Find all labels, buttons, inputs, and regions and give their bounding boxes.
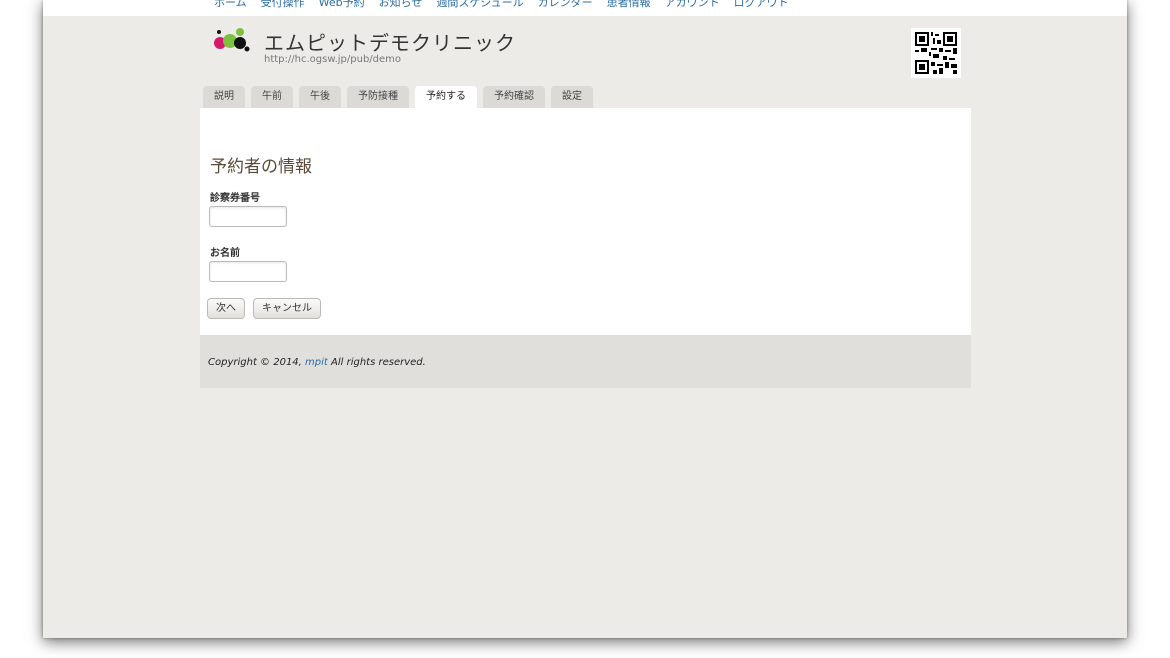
nav-home[interactable]: ホーム [214, 0, 247, 10]
nav-reception[interactable]: 受付操作 [261, 0, 305, 10]
card-number-label: 診察券番号 [210, 193, 260, 204]
nav-patient-info[interactable]: 患者情報 [607, 0, 651, 10]
next-button[interactable]: 次へ [207, 298, 245, 319]
card-number-input[interactable] [209, 206, 287, 227]
top-navigation: ホーム 受付操作 Web予約 お知らせ 週間スケジュール カレンダー 患者情報 … [43, 0, 1127, 16]
name-label: お名前 [210, 248, 240, 259]
copyright-suffix: All rights reserved. [327, 357, 426, 368]
tab-make-reservation[interactable]: 予約する [415, 86, 477, 109]
qr-code-icon [911, 28, 961, 78]
copyright-prefix: Copyright © 2014, [208, 357, 306, 368]
section-title: 予約者の情報 [210, 157, 312, 177]
site-header: エムピットデモクリニック http://hc.ogsw.jp/pub/demo [200, 16, 971, 109]
nav-calendar[interactable]: カレンダー [538, 0, 593, 10]
site-url: http://hc.ogsw.jp/pub/demo [264, 54, 402, 65]
tab-settings[interactable]: 設定 [551, 86, 593, 108]
reservation-form: 予約者の情報 診察券番号 お名前 次へ キャンセル [200, 108, 971, 335]
browser-window: ホーム 受付操作 Web予約 お知らせ 週間スケジュール カレンダー 患者情報 … [43, 0, 1127, 638]
page-footer: Copyright © 2014, mpit All rights reserv… [200, 335, 971, 388]
nav-logout[interactable]: ログアウト [734, 0, 789, 10]
tab-morning[interactable]: 午前 [251, 86, 293, 108]
nav-notices[interactable]: お知らせ [379, 0, 423, 10]
mpit-link[interactable]: mpit [305, 357, 328, 368]
copyright-text: Copyright © 2014, mpit All rights reserv… [208, 357, 426, 368]
nav-web-reservation[interactable]: Web予約 [319, 0, 365, 10]
tab-bar: 説明 午前 午後 予防接種 予約する 予約確認 設定 [203, 86, 593, 109]
tab-description[interactable]: 説明 [203, 86, 245, 108]
cancel-button[interactable]: キャンセル [253, 298, 321, 319]
clinic-logo-icon [214, 28, 250, 52]
tab-vaccination[interactable]: 予防接種 [347, 86, 409, 108]
tab-confirm-reservation[interactable]: 予約確認 [483, 86, 545, 108]
page-container: エムピットデモクリニック http://hc.ogsw.jp/pub/demo [200, 16, 971, 388]
site-title: エムピットデモクリニック [264, 31, 516, 55]
name-input[interactable] [209, 261, 287, 282]
nav-account[interactable]: アカウント [665, 0, 720, 10]
nav-weekly-schedule[interactable]: 週間スケジュール [436, 0, 523, 10]
tab-afternoon[interactable]: 午後 [299, 86, 341, 108]
